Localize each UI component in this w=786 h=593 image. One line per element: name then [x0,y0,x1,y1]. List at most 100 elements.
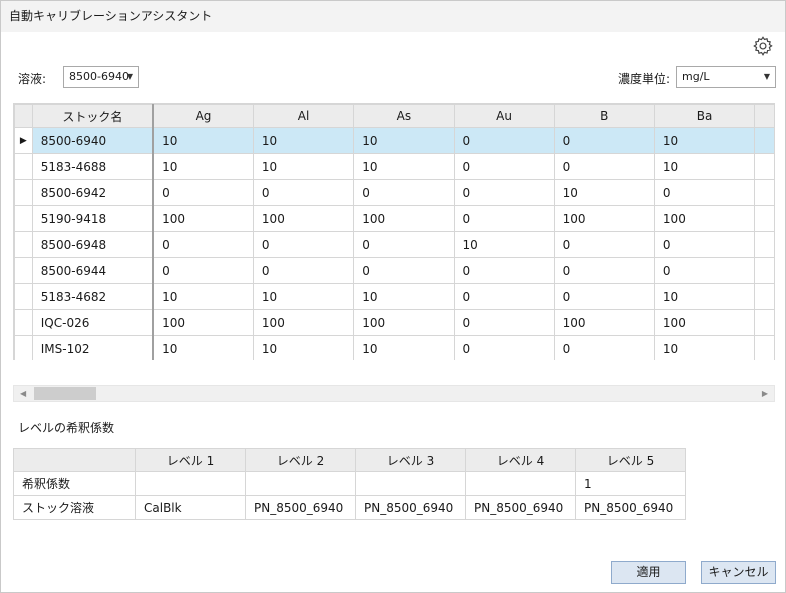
row-header[interactable] [14,283,33,310]
concentration-cell[interactable]: 10 [553,179,655,206]
concentration-cell[interactable]: 0 [152,257,254,284]
concentration-cell[interactable]: 0 [653,257,756,284]
concentration-cell[interactable]: 100 [353,309,455,336]
concentration-cell[interactable]: 10 [353,127,455,154]
table-row[interactable]: ▶ 8500-6940 10 10 10 0 0 10 [14,127,775,154]
concentration-cell[interactable]: 0 [453,309,555,336]
concentration-cell[interactable]: 100 [653,205,756,232]
dilution-factor-cell[interactable] [245,471,356,496]
concentration-cell[interactable]: 10 [653,127,756,154]
concentration-cell[interactable]: 10 [152,127,254,154]
column-header-au[interactable]: Au [453,104,555,128]
concentration-cell[interactable]: 10 [152,153,254,180]
column-header-as[interactable]: As [353,104,455,128]
concentration-cell[interactable]: 10 [453,231,555,258]
row-header[interactable] [14,335,33,360]
scrollbar-thumb[interactable] [34,387,96,400]
concentration-cell[interactable]: 0 [553,231,655,258]
stock-name-cell[interactable]: IQC-026 [31,309,155,336]
concentration-cell[interactable]: 0 [353,231,455,258]
cancel-button[interactable]: キャンセル [701,561,776,584]
concentration-cell[interactable]: 10 [653,283,756,310]
concentration-cell[interactable]: 0 [553,257,655,284]
concentration-cell[interactable]: 100 [152,309,254,336]
stock-solution-cell[interactable]: CalBlk [135,495,246,520]
dilution-factor-cell[interactable] [465,471,576,496]
concentration-cell[interactable]: 10 [252,283,355,310]
dilution-factor-cell[interactable]: 1 [575,471,686,496]
column-header-al[interactable]: Al [252,104,355,128]
concentration-cell[interactable]: 10 [653,335,756,360]
gear-icon[interactable] [752,35,774,57]
concentration-cell[interactable]: 100 [353,205,455,232]
concentration-cell[interactable]: 10 [152,335,254,360]
concentration-cell[interactable]: 0 [653,179,756,206]
concentration-cell[interactable]: 0 [353,179,455,206]
stock-grid[interactable]: ストック名 Ag Al As Au B Ba ▶ 8500-6940 10 10 10 0… [13,103,775,360]
concentration-cell[interactable]: 0 [152,231,254,258]
stock-solution-cell[interactable]: PN_8500_6940 [245,495,356,520]
row-header[interactable] [14,231,33,258]
stock-name-cell[interactable]: 5183-4688 [31,153,155,180]
concentration-cell[interactable]: 10 [353,335,455,360]
row-header[interactable] [14,257,33,284]
column-header-ag[interactable]: Ag [152,104,254,128]
table-row[interactable]: IQC-026 100 100 100 0 100 100 [14,309,775,336]
units-dropdown[interactable]: mg/L ▼ [676,66,776,88]
concentration-cell[interactable]: 100 [152,205,254,232]
concentration-cell[interactable]: 10 [252,335,355,360]
scroll-right-icon[interactable]: ▶ [762,386,768,401]
concentration-cell[interactable]: 0 [453,179,555,206]
row-header[interactable] [14,179,33,206]
concentration-cell[interactable]: 0 [353,257,455,284]
concentration-cell[interactable]: 0 [553,153,655,180]
concentration-cell[interactable]: 0 [553,283,655,310]
table-row[interactable]: 8500-6944 0 0 0 0 0 0 [14,257,775,284]
concentration-cell[interactable]: 100 [553,205,655,232]
concentration-cell[interactable]: 0 [453,335,555,360]
stock-solution-cell[interactable]: PN_8500_6940 [465,495,576,520]
table-row[interactable]: 8500-6948 0 0 0 10 0 0 [14,231,775,258]
solution-dropdown[interactable]: 8500-6940 ▼ [63,66,139,88]
concentration-cell[interactable]: 100 [252,309,355,336]
stock-name-cell[interactable]: 5190-9418 [31,205,155,232]
concentration-cell[interactable]: 0 [152,179,254,206]
stock-name-cell[interactable]: 8500-6944 [31,257,155,284]
concentration-cell[interactable]: 0 [252,231,355,258]
concentration-cell[interactable]: 100 [653,309,756,336]
concentration-cell[interactable]: 0 [453,257,555,284]
concentration-cell[interactable]: 0 [252,179,355,206]
stock-solution-cell[interactable]: PN_8500_6940 [575,495,686,520]
concentration-cell[interactable]: 0 [653,231,756,258]
row-header[interactable] [14,205,33,232]
table-row[interactable]: 5183-4682 10 10 10 0 0 10 [14,283,775,310]
horizontal-scrollbar[interactable]: ◀ ▶ [13,385,775,402]
row-header[interactable] [14,309,33,336]
concentration-cell[interactable]: 100 [553,309,655,336]
concentration-cell[interactable]: 0 [252,257,355,284]
stock-name-cell[interactable]: IMS-102 [31,335,155,360]
stock-name-cell[interactable]: 8500-6942 [31,179,155,206]
stock-solution-cell[interactable]: PN_8500_6940 [355,495,466,520]
table-row[interactable]: 5183-4688 10 10 10 0 0 10 [14,153,775,180]
table-row[interactable]: IMS-102 10 10 10 0 0 10 [14,335,775,360]
stock-name-cell[interactable]: 5183-4682 [31,283,155,310]
scroll-left-icon[interactable]: ◀ [20,386,26,401]
concentration-cell[interactable]: 0 [453,283,555,310]
concentration-cell[interactable]: 10 [353,153,455,180]
concentration-cell[interactable]: 10 [252,127,355,154]
dilution-factor-cell[interactable] [355,471,466,496]
row-header[interactable] [14,153,33,180]
column-header-b[interactable]: B [553,104,655,128]
table-row[interactable]: 8500-6942 0 0 0 0 10 0 [14,179,775,206]
dilution-table[interactable]: レベル 1 レベル 2 レベル 3 レベル 4 レベル 5 希釈係数 1 ストッ… [13,448,686,520]
concentration-cell[interactable]: 0 [553,127,655,154]
concentration-cell[interactable]: 10 [252,153,355,180]
table-row[interactable]: 5190-9418 100 100 100 0 100 100 [14,205,775,232]
concentration-cell[interactable]: 0 [453,205,555,232]
stock-name-cell[interactable]: 8500-6948 [31,231,155,258]
concentration-cell[interactable]: 10 [152,283,254,310]
concentration-cell[interactable]: 10 [653,153,756,180]
concentration-cell[interactable]: 10 [353,283,455,310]
column-header-ba[interactable]: Ba [653,104,756,128]
